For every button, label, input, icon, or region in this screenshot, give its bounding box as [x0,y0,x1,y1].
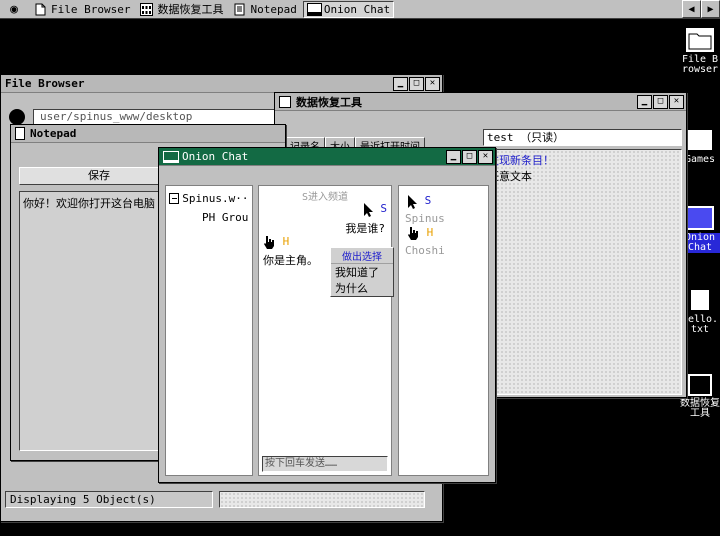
notepad-icon [233,3,246,16]
taskbar-item-recovery[interactable]: 数据恢复工具 [136,1,227,18]
scroll-right-icon[interactable]: ▶ [701,0,720,18]
member-item[interactable]: S [407,194,431,213]
member-name: Spinus [405,212,445,225]
contact-name: Spinus.w··· [182,192,249,205]
message-row: S [363,202,387,221]
status-progress [219,491,425,508]
member-name: Choshi [405,244,445,257]
collapse-icon[interactable] [169,193,180,204]
status-text: Displaying 5 Object(s) [5,491,213,508]
choice-header: 做出选择 [331,248,393,264]
maximize-button[interactable]: □ [653,94,668,109]
save-button[interactable]: 保存 [19,167,179,185]
taskbar-item-onion-chat[interactable]: Onion Chat [302,0,395,18]
member-label: S [424,194,432,207]
minimize-button[interactable]: ▁ [393,76,408,91]
maximize-button[interactable]: □ [462,149,477,164]
text-file-icon [689,288,711,312]
onion-chat-titlebar[interactable]: Onion Chat ▁ □ ✕ [159,148,495,166]
preview-line: 任意文本 [488,170,532,183]
notepad-icon [15,127,25,140]
taskbar-item-label: 数据恢复工具 [157,3,224,16]
grid-icon [688,374,712,396]
member-item[interactable]: H [407,226,433,243]
choice-option[interactable]: 为什么 [331,280,393,296]
window-title: Notepad [30,127,77,140]
preview-area: 发现新条目！ 任意文本 [483,149,682,395]
eye-menu-icon[interactable]: ◉ [0,1,28,18]
recovery-titlebar[interactable]: 数据恢复工具 ▁ □ ✕ [275,93,686,111]
minimize-button[interactable]: ▁ [637,94,652,109]
hand-icon [407,227,427,243]
monitor-icon [163,150,179,163]
monitor-icon [686,206,714,230]
contact-item[interactable]: Spinus.w··· [166,190,252,207]
grid-icon [279,95,291,108]
onion-chat-window: Onion Chat ▁ □ ✕ Spinus.w··· PH Grou S进入… [158,147,496,483]
taskbar-item-notepad[interactable]: Notepad [229,1,300,18]
file-browser-titlebar[interactable]: File Browser ▁ □ ✕ [1,75,442,93]
document-icon [34,3,47,16]
notepad-titlebar[interactable]: Notepad [11,125,285,143]
taskbar-item-label: Onion Chat [323,2,391,16]
window-title: Onion Chat [182,150,249,163]
choice-box: 做出选择 我知道了 为什么 [330,247,394,297]
message-row: H [263,235,289,252]
message-bubble: 我是谁? [345,222,385,235]
taskbar-item-label: Notepad [250,2,297,16]
hand-icon [263,236,283,252]
grid-icon [140,2,154,16]
taskbar: ◉ File Browser 数据恢复工具 Notepad Onion Chat… [0,0,720,19]
go-up-icon[interactable] [9,109,25,125]
filename-field[interactable]: test （只读） [483,129,682,146]
system-message: S进入频道 [301,192,349,203]
taskbar-item-file-browser[interactable]: File Browser [30,1,134,18]
folder-icon [686,28,714,52]
contacts-pane: Spinus.w··· PH Grou [165,185,253,476]
close-button[interactable]: ✕ [669,94,684,109]
desktop-icon-label: 数据恢复工具 [680,398,720,419]
member-label: H [426,226,434,239]
scroll-left-icon[interactable]: ◀ [682,0,701,18]
sender-label: H [282,235,290,248]
taskbar-item-label: File Browser [51,2,131,16]
desktop-icon-label: File Browser [681,54,719,75]
message-input[interactable]: 按下回车发送…… [262,456,388,472]
desktop-icon-file-browser[interactable]: File Browser [680,28,720,75]
close-button[interactable]: ✕ [425,76,440,91]
monitor-icon [306,2,322,16]
close-button[interactable]: ✕ [478,149,493,164]
contact-item[interactable]: PH Grou [166,207,252,228]
maximize-button[interactable]: □ [409,76,424,91]
members-pane: S Spinus H Choshi [398,185,489,476]
choice-option[interactable]: 我知道了 [331,264,393,280]
window-title: File Browser [5,77,85,90]
minimize-button[interactable]: ▁ [446,149,461,164]
message-bubble: 你是主角。 [263,254,318,267]
game-icon [686,128,714,152]
messages-pane: S进入频道 S 我是谁? H 你是主角。 做出选择 我知道了 为什么 按下回车发… [258,185,394,476]
window-title: 数据恢复工具 [296,95,362,109]
notepad-text-area[interactable]: 你好！欢迎你打开这台电脑 [19,191,179,451]
preview-line: 发现新条目！ [488,154,554,167]
sender-label: S [380,202,387,215]
